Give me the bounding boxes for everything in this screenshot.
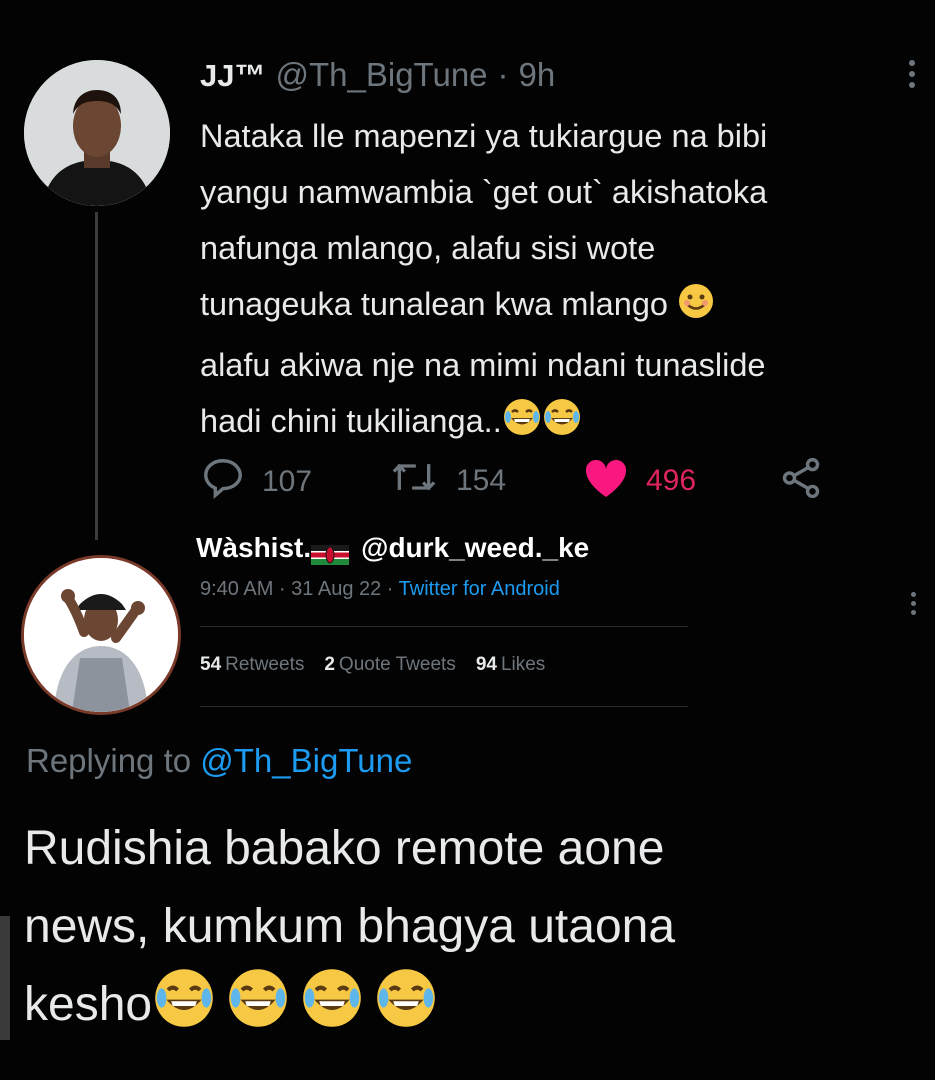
reply-tweet-header: Wàshist. @durk_weed._ke	[196, 528, 589, 568]
share-button[interactable]	[778, 455, 824, 509]
tweet-text-line: tunageuka tunalean kwa mlango	[200, 286, 668, 322]
timestamp[interactable]: 9h	[519, 56, 556, 94]
laughing-emoji-icon	[226, 966, 290, 1054]
more-icon[interactable]	[905, 592, 921, 615]
display-name[interactable]: JJ™	[200, 58, 265, 94]
heart-icon	[582, 455, 630, 507]
reply-text-line: news, kumkum bhagya utaona	[24, 900, 676, 953]
retweets-count: 54	[200, 654, 222, 675]
avatar[interactable]	[24, 60, 170, 206]
laughing-emoji-icon	[374, 966, 438, 1054]
quotes-label: Quote Tweets	[338, 654, 456, 675]
more-icon[interactable]	[904, 60, 920, 88]
reply-text-line: Rudishia babako remote aone	[24, 822, 665, 875]
smiling-emoji-icon	[677, 281, 715, 337]
replying-prefix: Replying to	[26, 742, 201, 779]
tweet-text-line: yangu namwambia `get out` akishatoka	[200, 174, 768, 210]
retweet-count: 154	[456, 464, 507, 497]
quotes-count: 2	[324, 654, 335, 675]
tweet-text-line: hadi chini tukilianga..	[200, 403, 502, 439]
reply-count: 107	[262, 465, 313, 498]
reply-timestamp[interactable]: 9:40 AM · 31 Aug 22 ·	[200, 578, 399, 600]
reply-source-link[interactable]: Twitter for Android	[399, 578, 560, 600]
laughing-emoji-icon	[502, 397, 542, 454]
like-count: 496	[646, 464, 697, 497]
laughing-emoji-icon	[300, 966, 364, 1054]
screenshot: JJ™ @Th_BigTune · 9h Nataka lle mapenzi …	[0, 0, 935, 1080]
separator: ·	[497, 56, 509, 93]
avatar-photo	[24, 558, 178, 712]
tweet-text: Nataka lle mapenzi ya tukiargue na bibi …	[200, 108, 926, 454]
reply-display-name-text: Wàshist.	[196, 532, 312, 563]
tweet-header: JJ™ @Th_BigTune · 9h	[200, 56, 555, 102]
retweets-label: Retweets	[225, 654, 305, 675]
quote-tweets-stat[interactable]: 2 Quote Tweets	[324, 654, 455, 676]
reply-button[interactable]: 107	[200, 455, 312, 509]
retweet-button[interactable]: 154	[388, 455, 506, 507]
likes-count: 94	[475, 654, 497, 675]
tweet-text-line-with-emoji: hadi chini tukilianga..	[200, 393, 926, 454]
like-button[interactable]: 496	[582, 455, 696, 507]
likes-label: Likes	[500, 654, 546, 675]
tweet-actions: 107 154 496	[200, 455, 830, 505]
avatar-photo	[24, 60, 170, 206]
divider	[200, 706, 688, 707]
reply-tweet-stats: 54 Retweets 2 Quote Tweets 94 Likes	[200, 654, 545, 676]
reply-display-name[interactable]: Wàshist.	[196, 532, 350, 565]
likes-stat[interactable]: 94 Likes	[476, 654, 546, 676]
kenya-flag-icon	[311, 540, 350, 565]
reply-text-line-with-emoji: kesho	[24, 966, 924, 1054]
tweet-text-line: alafu akiwa nje na mimi ndani tunaslide	[200, 347, 766, 383]
tweet-text-line: Nataka lle mapenzi ya tukiargue na bibi	[200, 118, 768, 154]
tweet-text-line: nafunga mlango, alafu sisi wote	[200, 230, 656, 266]
reply-icon	[200, 455, 246, 509]
laughing-emoji-icon	[152, 966, 216, 1054]
reply-tweet-meta: 9:40 AM · 31 Aug 22 · Twitter for Androi…	[200, 578, 560, 601]
tweet-text-line-with-emoji: tunageuka tunalean kwa mlango	[200, 276, 926, 337]
reply-text: Rudishia babako remote aone news, kumkum…	[24, 810, 924, 1054]
thread-line	[95, 212, 98, 540]
retweets-stat[interactable]: 54 Retweets	[200, 654, 304, 676]
reply-avatar[interactable]	[24, 558, 178, 712]
replying-to-mention[interactable]: @Th_BigTune	[200, 742, 412, 779]
divider	[200, 626, 688, 627]
reply-handle[interactable]: @durk_weed._ke	[361, 532, 589, 564]
replying-to: Replying to @Th_BigTune	[26, 742, 412, 780]
laughing-emoji-icon	[542, 397, 582, 454]
edge-artifact	[0, 916, 10, 1040]
retweet-icon	[388, 455, 440, 507]
reply-text-line: kesho	[24, 978, 153, 1031]
share-icon	[778, 455, 824, 509]
handle[interactable]: @Th_BigTune	[275, 56, 487, 94]
